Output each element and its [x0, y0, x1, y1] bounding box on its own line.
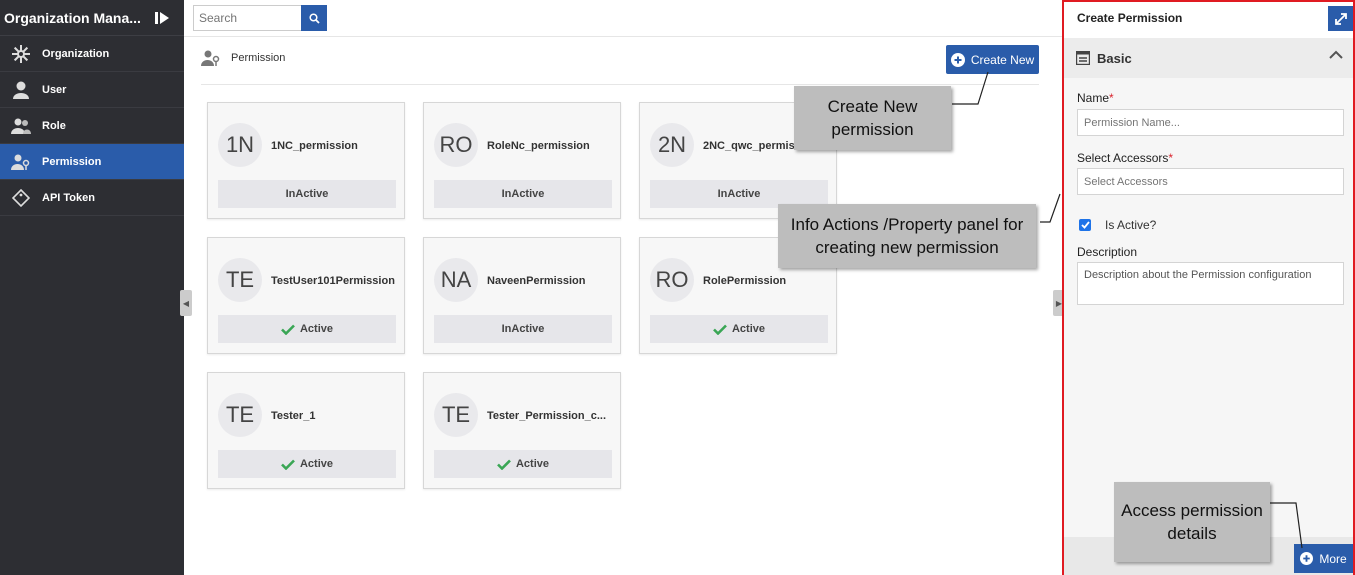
search-input[interactable] [193, 5, 301, 31]
chevron-up-icon[interactable] [1329, 50, 1343, 60]
sidebar-item-user[interactable]: User [0, 72, 184, 108]
header-divider [201, 84, 1039, 85]
sidebar-item-label: API Token [42, 191, 95, 204]
accessors-label: Select Accessors* [1077, 151, 1174, 165]
plus-circle-icon [1300, 552, 1314, 565]
permission-card[interactable]: TE TestUser101Permission Active [207, 237, 405, 354]
expand-icon [1334, 12, 1347, 25]
description-label: Description [1077, 245, 1138, 259]
is-active-checkbox[interactable] [1079, 219, 1091, 231]
left-collapse-handle[interactable]: ◀ [180, 290, 192, 316]
status-text: Active [515, 458, 550, 470]
status-badge: Active [434, 450, 612, 478]
card-name: RolePermission [703, 275, 787, 287]
gear-icon [0, 44, 42, 63]
accessors-label-text: Select Accessors [1077, 151, 1169, 165]
status-text: InActive [501, 188, 545, 200]
status-text: InActive [285, 188, 329, 200]
permission-card[interactable]: NA NaveenPermission InActive [423, 237, 621, 354]
sidebar-item-label: User [42, 83, 67, 96]
check-icon [497, 459, 511, 470]
sidebar-item-label: Organization [42, 47, 110, 60]
user-icon [0, 81, 42, 99]
permission-card[interactable]: 1N 1NC_permission InActive [207, 102, 405, 219]
status-text: InActive [501, 323, 545, 335]
avatar: TE [218, 393, 262, 437]
name-label-text: Name [1077, 91, 1110, 105]
panel-title: Create Permission [1077, 11, 1183, 25]
accessors-select[interactable] [1077, 168, 1344, 195]
avatar: 2N [650, 123, 694, 167]
panel-body: Name* Select Accessors* Is Active? Descr… [1064, 78, 1353, 537]
status-badge: Active [650, 315, 828, 343]
status-badge: Active [218, 315, 396, 343]
card-name: RoleNc_permission [487, 140, 590, 152]
tag-icon [0, 188, 42, 207]
check-icon [713, 324, 727, 335]
search-icon [308, 12, 320, 24]
status-text: Active [299, 323, 334, 335]
callout-property-panel: Info Actions /Property panel for creatin… [778, 204, 1036, 268]
basic-section-header[interactable]: Basic [1064, 38, 1353, 78]
section-title: Permission [231, 52, 286, 64]
check-icon [1080, 221, 1090, 229]
expand-button[interactable] [1328, 6, 1353, 31]
search-button[interactable] [301, 5, 327, 31]
check-icon [281, 324, 295, 335]
sidebar-item-label: Role [42, 119, 66, 132]
status-badge: InActive [218, 180, 396, 208]
more-button[interactable]: More [1294, 544, 1353, 573]
avatar: TE [218, 258, 262, 302]
avatar: RO [434, 123, 478, 167]
card-name: 1NC_permission [271, 140, 358, 152]
top-divider [184, 36, 1062, 37]
sidebar-item-label: Permission [42, 155, 102, 168]
users-icon [0, 118, 42, 134]
app-title: Organization Mana... [4, 9, 141, 26]
avatar: RO [650, 258, 694, 302]
name-label: Name* [1077, 91, 1114, 105]
status-text: Active [731, 323, 766, 335]
form-icon [1076, 51, 1090, 65]
permission-card[interactable]: RO RoleNc_permission InActive [423, 102, 621, 219]
status-badge: Active [218, 450, 396, 478]
card-name: Tester_1 [271, 410, 316, 422]
card-name: NaveenPermission [487, 275, 586, 287]
user-key-icon [201, 50, 220, 66]
sidebar-item-organization[interactable]: Organization [0, 36, 184, 72]
sidebar-item-role[interactable]: Role [0, 108, 184, 144]
search-bar [193, 5, 327, 31]
callout-create-new: Create New permission [794, 86, 951, 150]
plus-circle-icon [950, 52, 965, 67]
section-header: Permission [201, 50, 285, 66]
card-name: TestUser101Permission [271, 275, 395, 287]
card-name: Tester_Permission_c... [487, 410, 607, 422]
description-field[interactable]: Description about the Permission configu… [1077, 262, 1344, 305]
is-active-label: Is Active? [1105, 218, 1157, 232]
status-text: InActive [717, 188, 761, 200]
status-badge: InActive [434, 180, 612, 208]
callout-access-details: Access permission details [1114, 482, 1270, 562]
permission-card[interactable]: TE Tester_Permission_c... Active [423, 372, 621, 489]
create-new-label: Create New [970, 52, 1035, 67]
avatar: NA [434, 258, 478, 302]
name-field[interactable] [1077, 109, 1344, 136]
sidebar-item-api-token[interactable]: API Token [0, 180, 184, 216]
status-badge: InActive [434, 315, 612, 343]
avatar: TE [434, 393, 478, 437]
app-page: Organization Mana... Organization User R… [0, 0, 1355, 575]
status-text: Active [299, 458, 334, 470]
user-key-icon [0, 154, 42, 170]
section-label: Basic [1097, 50, 1132, 66]
sidebar: Organization Mana... Organization User R… [0, 0, 184, 575]
permission-card[interactable]: TE Tester_1 Active [207, 372, 405, 489]
more-label: More [1319, 551, 1347, 566]
create-new-button[interactable]: Create New [946, 45, 1039, 74]
sidebar-toggle-icon[interactable] [154, 10, 170, 26]
sidebar-item-permission[interactable]: Permission [0, 144, 184, 180]
check-icon [281, 459, 295, 470]
avatar: 1N [218, 123, 262, 167]
sidebar-header: Organization Mana... [0, 0, 184, 36]
